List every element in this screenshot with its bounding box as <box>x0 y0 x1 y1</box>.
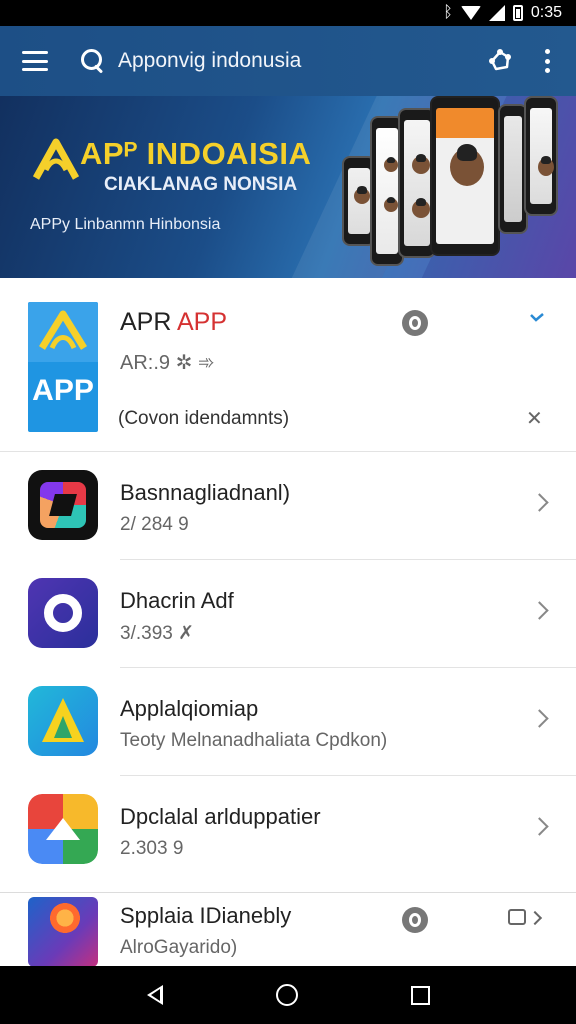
chevron-right-icon <box>530 817 549 836</box>
more-vert-icon[interactable] <box>544 49 550 73</box>
list-item[interactable]: Applalqiomiap Teoty Melnanadhaliata Cpdk… <box>0 668 576 776</box>
close-icon[interactable]: ✕ <box>526 406 543 431</box>
app-bar: Apponvig indonusia <box>0 26 576 96</box>
chevron-right-icon <box>530 493 549 512</box>
featured-app-meta: AR:.9 ✲ ➾ <box>120 352 215 374</box>
app-icon <box>28 686 98 756</box>
app-title: Spplaia IDianebly <box>120 903 292 928</box>
status-time: 0:35 <box>530 4 562 21</box>
list-item[interactable]: Dhacrin Adf 3/.393 ✗ <box>0 560 576 668</box>
app-subtitle: AlroGayarido) <box>120 937 238 958</box>
chevron-right-icon <box>530 709 549 728</box>
app-subtitle: 2/ 284 9 <box>120 514 189 535</box>
menu-icon[interactable] <box>22 51 48 71</box>
check-icon <box>530 313 544 322</box>
featured-app[interactable]: APP APR APP AR:.9 ✲ ➾ (Covon idendamnts)… <box>0 288 576 452</box>
list-item[interactable]: Spplaia IDianebly AlroGayarido) <box>0 892 576 967</box>
app-list: APP APR APP AR:.9 ✲ ➾ (Covon idendamnts)… <box>0 288 576 967</box>
signal-icon <box>488 5 505 21</box>
chevron-right-icon <box>527 910 543 926</box>
recents-icon[interactable] <box>410 985 430 1005</box>
app-subtitle: 3/.393 ✗ <box>120 623 195 644</box>
badge-icon <box>402 310 428 336</box>
app-title: Applalqiomiap <box>120 696 259 721</box>
app-icon <box>28 794 98 864</box>
app-icon <box>28 578 98 648</box>
share-icon[interactable] <box>486 47 514 75</box>
app-subtitle: 2.303 9 <box>120 838 184 859</box>
search-input[interactable]: Apponvig indonusia <box>118 49 486 73</box>
phone-image <box>430 96 500 256</box>
tag-icon <box>508 909 526 925</box>
app-title: Dhacrin Adf <box>120 588 234 613</box>
status-bar: ᛒ 0:35 <box>0 0 576 26</box>
featured-icon-label: APP <box>32 374 94 407</box>
featured-app-description: (Covon idendamnts) <box>118 408 290 429</box>
promo-banner[interactable]: APᴾ INDOAISIA CIAKLANAG NONSIA APPy Linb… <box>0 96 576 278</box>
list-item[interactable]: Dpclalal arlduppatier 2.303 9 <box>0 776 576 884</box>
app-icon <box>28 470 98 540</box>
app-icon <box>28 897 98 967</box>
app-title: Basnnagliadnanl) <box>120 480 291 505</box>
phone-image <box>524 96 558 216</box>
screen: ᛒ 0:35 Apponvig indonusia APᴾ INDOAISIA <box>0 0 576 1024</box>
battery-icon <box>512 5 523 21</box>
banner-subtitle: CIAKLANAG NONSIA <box>104 174 298 195</box>
navigation-bar <box>0 966 576 1024</box>
chevron-right-icon <box>530 601 549 620</box>
back-icon[interactable] <box>146 985 163 1005</box>
featured-app-name: APR APP <box>120 308 228 336</box>
bluetooth-icon: ᛒ <box>443 4 453 21</box>
list-item[interactable]: Basnnagliadnanl) 2/ 284 9 <box>0 452 576 560</box>
home-icon[interactable] <box>275 984 298 1006</box>
app-subtitle: Teoty Melnanadhaliata Cpdkon) <box>120 730 388 751</box>
badge-icon <box>402 907 428 933</box>
search-icon[interactable] <box>80 48 106 74</box>
app-title: Dpclalal arlduppatier <box>120 804 321 829</box>
banner-logo-icon <box>32 138 80 180</box>
banner-title: APᴾ INDOAISIA <box>80 136 312 171</box>
wifi-icon <box>460 6 481 20</box>
featured-app-icon: APP <box>28 302 98 432</box>
banner-tagline: APPy Linbanmn Hinbonsia <box>30 216 221 233</box>
